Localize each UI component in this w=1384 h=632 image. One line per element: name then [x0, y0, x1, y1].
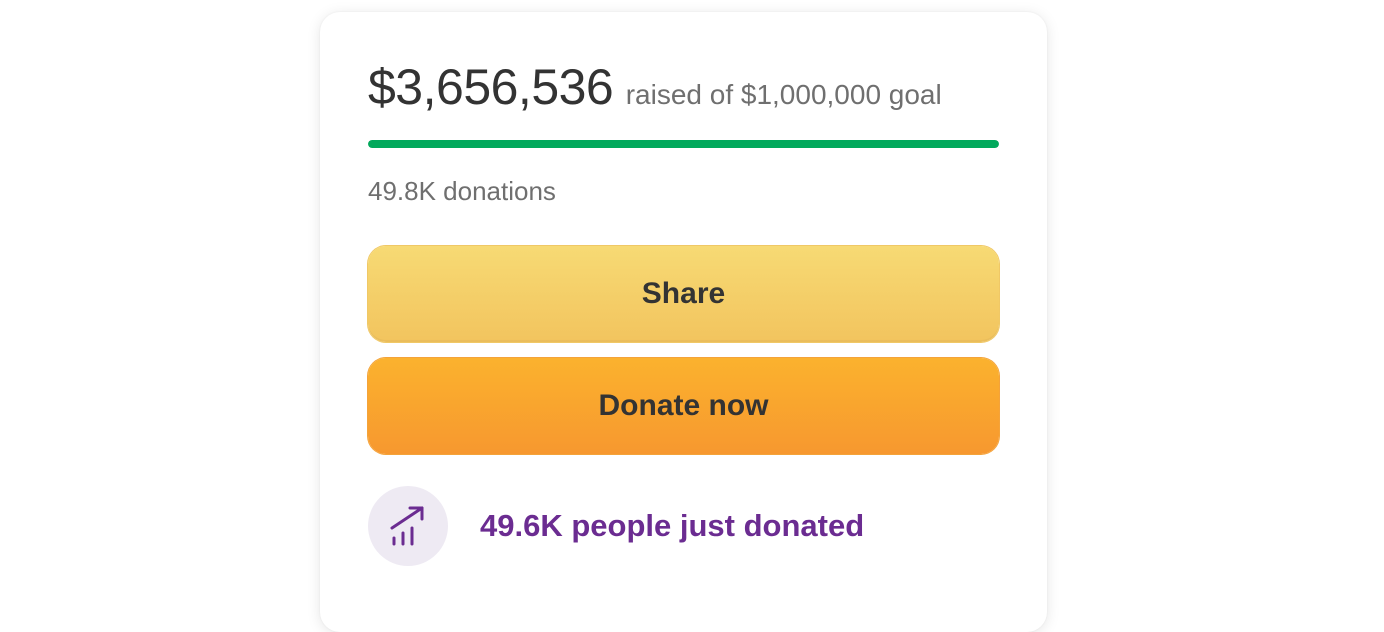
donation-card: $3,656,536 raised of $1,000,000 goal 49.… — [320, 12, 1047, 632]
progress-bar-fill — [368, 140, 999, 148]
recent-donations-row: 49.6K people just donated — [368, 486, 864, 566]
amount-raised: $3,656,536 — [368, 59, 614, 115]
goal-text: raised of $1,000,000 goal — [625, 79, 942, 110]
trending-up-icon — [368, 486, 448, 566]
recent-donations-text: 49.6K people just donated — [480, 508, 865, 543]
share-button[interactable]: Share — [368, 246, 999, 342]
progress-bar — [368, 140, 999, 148]
donate-now-button[interactable]: Donate now — [368, 358, 999, 454]
donations-count: 49.8K donations — [368, 176, 556, 206]
amount-row: $3,656,536 raised of $1,000,000 goal — [368, 58, 942, 116]
